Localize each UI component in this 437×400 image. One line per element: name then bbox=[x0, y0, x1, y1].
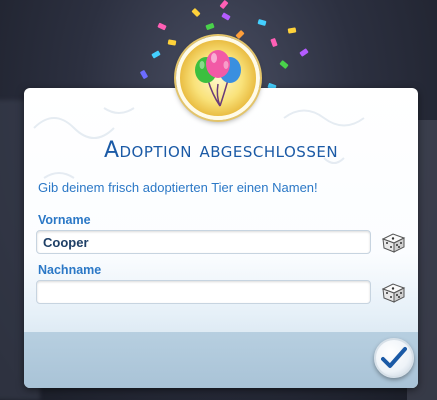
adoption-badge bbox=[176, 36, 260, 120]
adoption-dialog: Adoption abgeschlossen Gib deinem frisch… bbox=[24, 88, 418, 388]
randomize-first-name-dice-icon[interactable] bbox=[380, 230, 408, 254]
first-name-input[interactable] bbox=[36, 230, 371, 254]
confirm-button[interactable] bbox=[374, 338, 414, 378]
checkmark-icon bbox=[381, 347, 407, 368]
first-name-label: Vorname bbox=[38, 213, 91, 227]
last-name-label: Nachname bbox=[38, 263, 102, 277]
last-name-input[interactable] bbox=[36, 280, 371, 304]
balloons-icon bbox=[195, 50, 241, 107]
dialog-subtitle: Gib deinem frisch adoptierten Tier einen… bbox=[38, 180, 318, 195]
dialog-footer bbox=[24, 332, 418, 388]
dialog-title: Adoption abgeschlossen bbox=[103, 138, 339, 163]
randomize-last-name-dice-icon[interactable] bbox=[380, 280, 408, 304]
